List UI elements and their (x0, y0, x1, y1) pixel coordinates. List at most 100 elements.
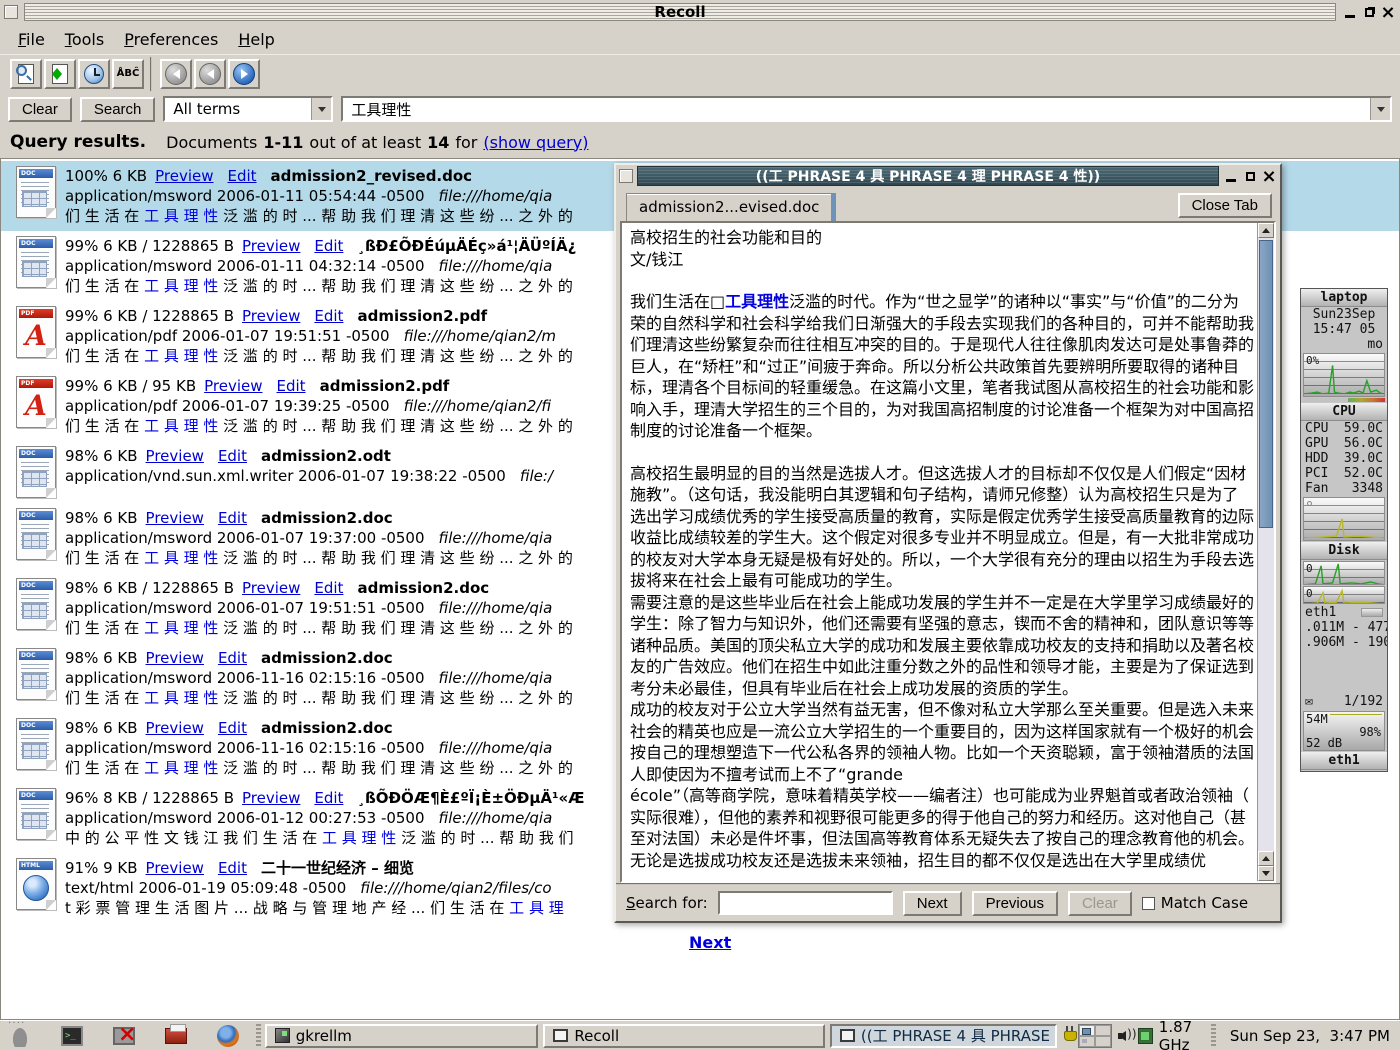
result-url: file:///home/qian2/files/co (360, 879, 551, 897)
cpu-chart[interactable]: 0% (1303, 353, 1385, 397)
edit-link[interactable]: Edit (314, 307, 343, 325)
disk-section-title[interactable]: Disk (1301, 542, 1387, 560)
edit-link[interactable]: Edit (314, 789, 343, 807)
result-meta: 99% 6 KB / 1228865 B (65, 237, 234, 255)
volume-icon[interactable]: )) (1118, 1027, 1132, 1045)
result-mime-date: text/html 2006-01-19 05:09:48 -0500 (65, 879, 346, 897)
scroll-up-icon[interactable] (1258, 851, 1274, 866)
fan-chart[interactable] (1303, 497, 1385, 541)
maximize-icon[interactable] (1361, 4, 1377, 20)
gnome-menu-icon[interactable] (8, 1024, 32, 1048)
taskbar-separator[interactable] (256, 1024, 261, 1048)
preview-link[interactable]: Preview (155, 167, 213, 185)
preview-link[interactable]: Preview (242, 307, 300, 325)
preview-link[interactable]: Preview (146, 649, 204, 667)
menu-help[interactable]: Help (230, 28, 282, 51)
edit-link[interactable]: Edit (218, 649, 247, 667)
scrollbar[interactable] (1257, 223, 1274, 881)
scroll-up-icon[interactable] (1258, 223, 1274, 238)
taskbar-clock[interactable]: Sun Sep 23, 3:47 PM (1220, 1027, 1400, 1045)
find-previous-button[interactable]: Previous (972, 891, 1058, 916)
menu-file[interactable]: File (10, 28, 53, 51)
highlighted-term: 工 具 理 性 (144, 689, 218, 707)
preview-link[interactable]: Preview (146, 509, 204, 527)
history-clock-icon[interactable] (78, 59, 110, 89)
firefox-launcher-icon[interactable] (216, 1024, 240, 1048)
search-mode-select[interactable]: All terms (163, 96, 333, 122)
term-explorer-icon[interactable]: ÅBĈ (112, 59, 144, 89)
hostname[interactable]: laptop (1301, 289, 1387, 307)
edit-link[interactable]: Edit (218, 859, 247, 877)
taskbar-separator[interactable] (1211, 1024, 1216, 1048)
preview-link[interactable]: Preview (146, 447, 204, 465)
edit-link[interactable]: Edit (218, 509, 247, 527)
window-menu-icon[interactable] (619, 169, 633, 183)
menu-tools[interactable]: Tools (57, 28, 112, 51)
doc-file-icon: DOC (7, 446, 65, 498)
terminal-launcher-icon[interactable]: >_ (60, 1024, 84, 1048)
task-preview[interactable]: ((工 PHRASE 4 具 PHRASE ... (830, 1024, 1057, 1048)
pdf-file-icon: PDFA (7, 376, 65, 436)
window-menu-icon[interactable] (4, 5, 18, 19)
preview-link[interactable]: Preview (242, 789, 300, 807)
preview-text[interactable]: 高校招生的社会功能和目的 文/钱江我们生活在□工具理性泛滥的时代。作为“世之显学… (630, 227, 1254, 877)
cpu-section-title[interactable]: CPU (1301, 403, 1387, 421)
search-button[interactable]: Search (80, 97, 156, 122)
preview-link[interactable]: Preview (146, 859, 204, 877)
show-query-link[interactable]: (show query) (483, 133, 588, 152)
gkrellm-footer[interactable]: eth1 (1301, 752, 1387, 770)
minimize-icon[interactable] (1223, 168, 1239, 184)
doc-file-icon: DOC (7, 648, 65, 708)
result-title: admission2_revised.doc (271, 167, 473, 185)
power-plug-icon[interactable] (1064, 1026, 1072, 1046)
cpu-freq-icon[interactable] (1138, 1028, 1153, 1044)
maximize-icon[interactable] (1242, 168, 1258, 184)
preview-title[interactable]: ((工 PHRASE 4 具 PHRASE 4 理 PHRASE 4 性)) (637, 166, 1219, 186)
close-tab-button[interactable]: Close Tab (1178, 193, 1272, 218)
sort-parameters-icon[interactable] (44, 59, 76, 89)
editor-launcher-icon[interactable] (164, 1024, 188, 1048)
prev-page-icon[interactable] (194, 59, 226, 89)
result-url: file:///home/qia (439, 809, 553, 827)
wireless-chart[interactable]: 54M 98% 52 dB (1303, 711, 1385, 751)
find-input[interactable] (718, 891, 893, 915)
first-page-icon[interactable] (160, 59, 192, 89)
scroll-down-icon[interactable] (1258, 866, 1274, 881)
edit-link[interactable]: Edit (227, 167, 256, 185)
minimize-icon[interactable] (1342, 4, 1358, 20)
next-page-icon[interactable] (228, 59, 260, 89)
force-quit-icon[interactable] (112, 1024, 136, 1048)
match-case-checkbox[interactable] (1142, 897, 1155, 910)
chevron-down-icon[interactable] (311, 98, 331, 120)
toolbar: ÅBĈ (0, 54, 1400, 92)
edit-link[interactable]: Edit (314, 237, 343, 255)
menu-preferences[interactable]: Preferences (116, 28, 226, 51)
edit-link[interactable]: Edit (218, 447, 247, 465)
preview-link[interactable]: Preview (204, 377, 262, 395)
scrollbar-thumb[interactable] (1259, 240, 1273, 528)
close-icon[interactable]: × (1380, 4, 1396, 20)
preview-link[interactable]: Preview (242, 237, 300, 255)
edit-link[interactable]: Edit (218, 719, 247, 737)
preview-tab[interactable]: admission2...evised.doc (626, 193, 836, 221)
mail-row[interactable]: ✉ 1/192 (1301, 694, 1387, 710)
edit-link[interactable]: Edit (277, 377, 306, 395)
disk-chart-2[interactable]: 0 (1303, 586, 1385, 604)
disk-chart-1[interactable]: 0 (1303, 561, 1385, 585)
workspace-pager[interactable] (1078, 1024, 1112, 1048)
task-gkrellm[interactable]: gkrellm (265, 1024, 539, 1048)
chevron-down-icon[interactable] (1370, 98, 1390, 120)
query-input[interactable]: 工具理性 (341, 96, 1392, 122)
close-icon[interactable]: × (1261, 168, 1277, 184)
find-next-button[interactable]: Next (903, 891, 962, 916)
doc-file-icon: DOC (7, 236, 65, 296)
preview-link[interactable]: Preview (146, 719, 204, 737)
advanced-search-icon[interactable] (10, 59, 42, 89)
titlebar-stripes[interactable]: Recoll (24, 3, 1336, 21)
result-url: file:///home/qian2/fi (404, 397, 552, 415)
next-results-link[interactable]: Next (689, 933, 731, 952)
edit-link[interactable]: Edit (314, 579, 343, 597)
clear-button[interactable]: Clear (8, 97, 72, 122)
task-recoll[interactable]: Recoll (543, 1024, 825, 1048)
preview-link[interactable]: Preview (242, 579, 300, 597)
